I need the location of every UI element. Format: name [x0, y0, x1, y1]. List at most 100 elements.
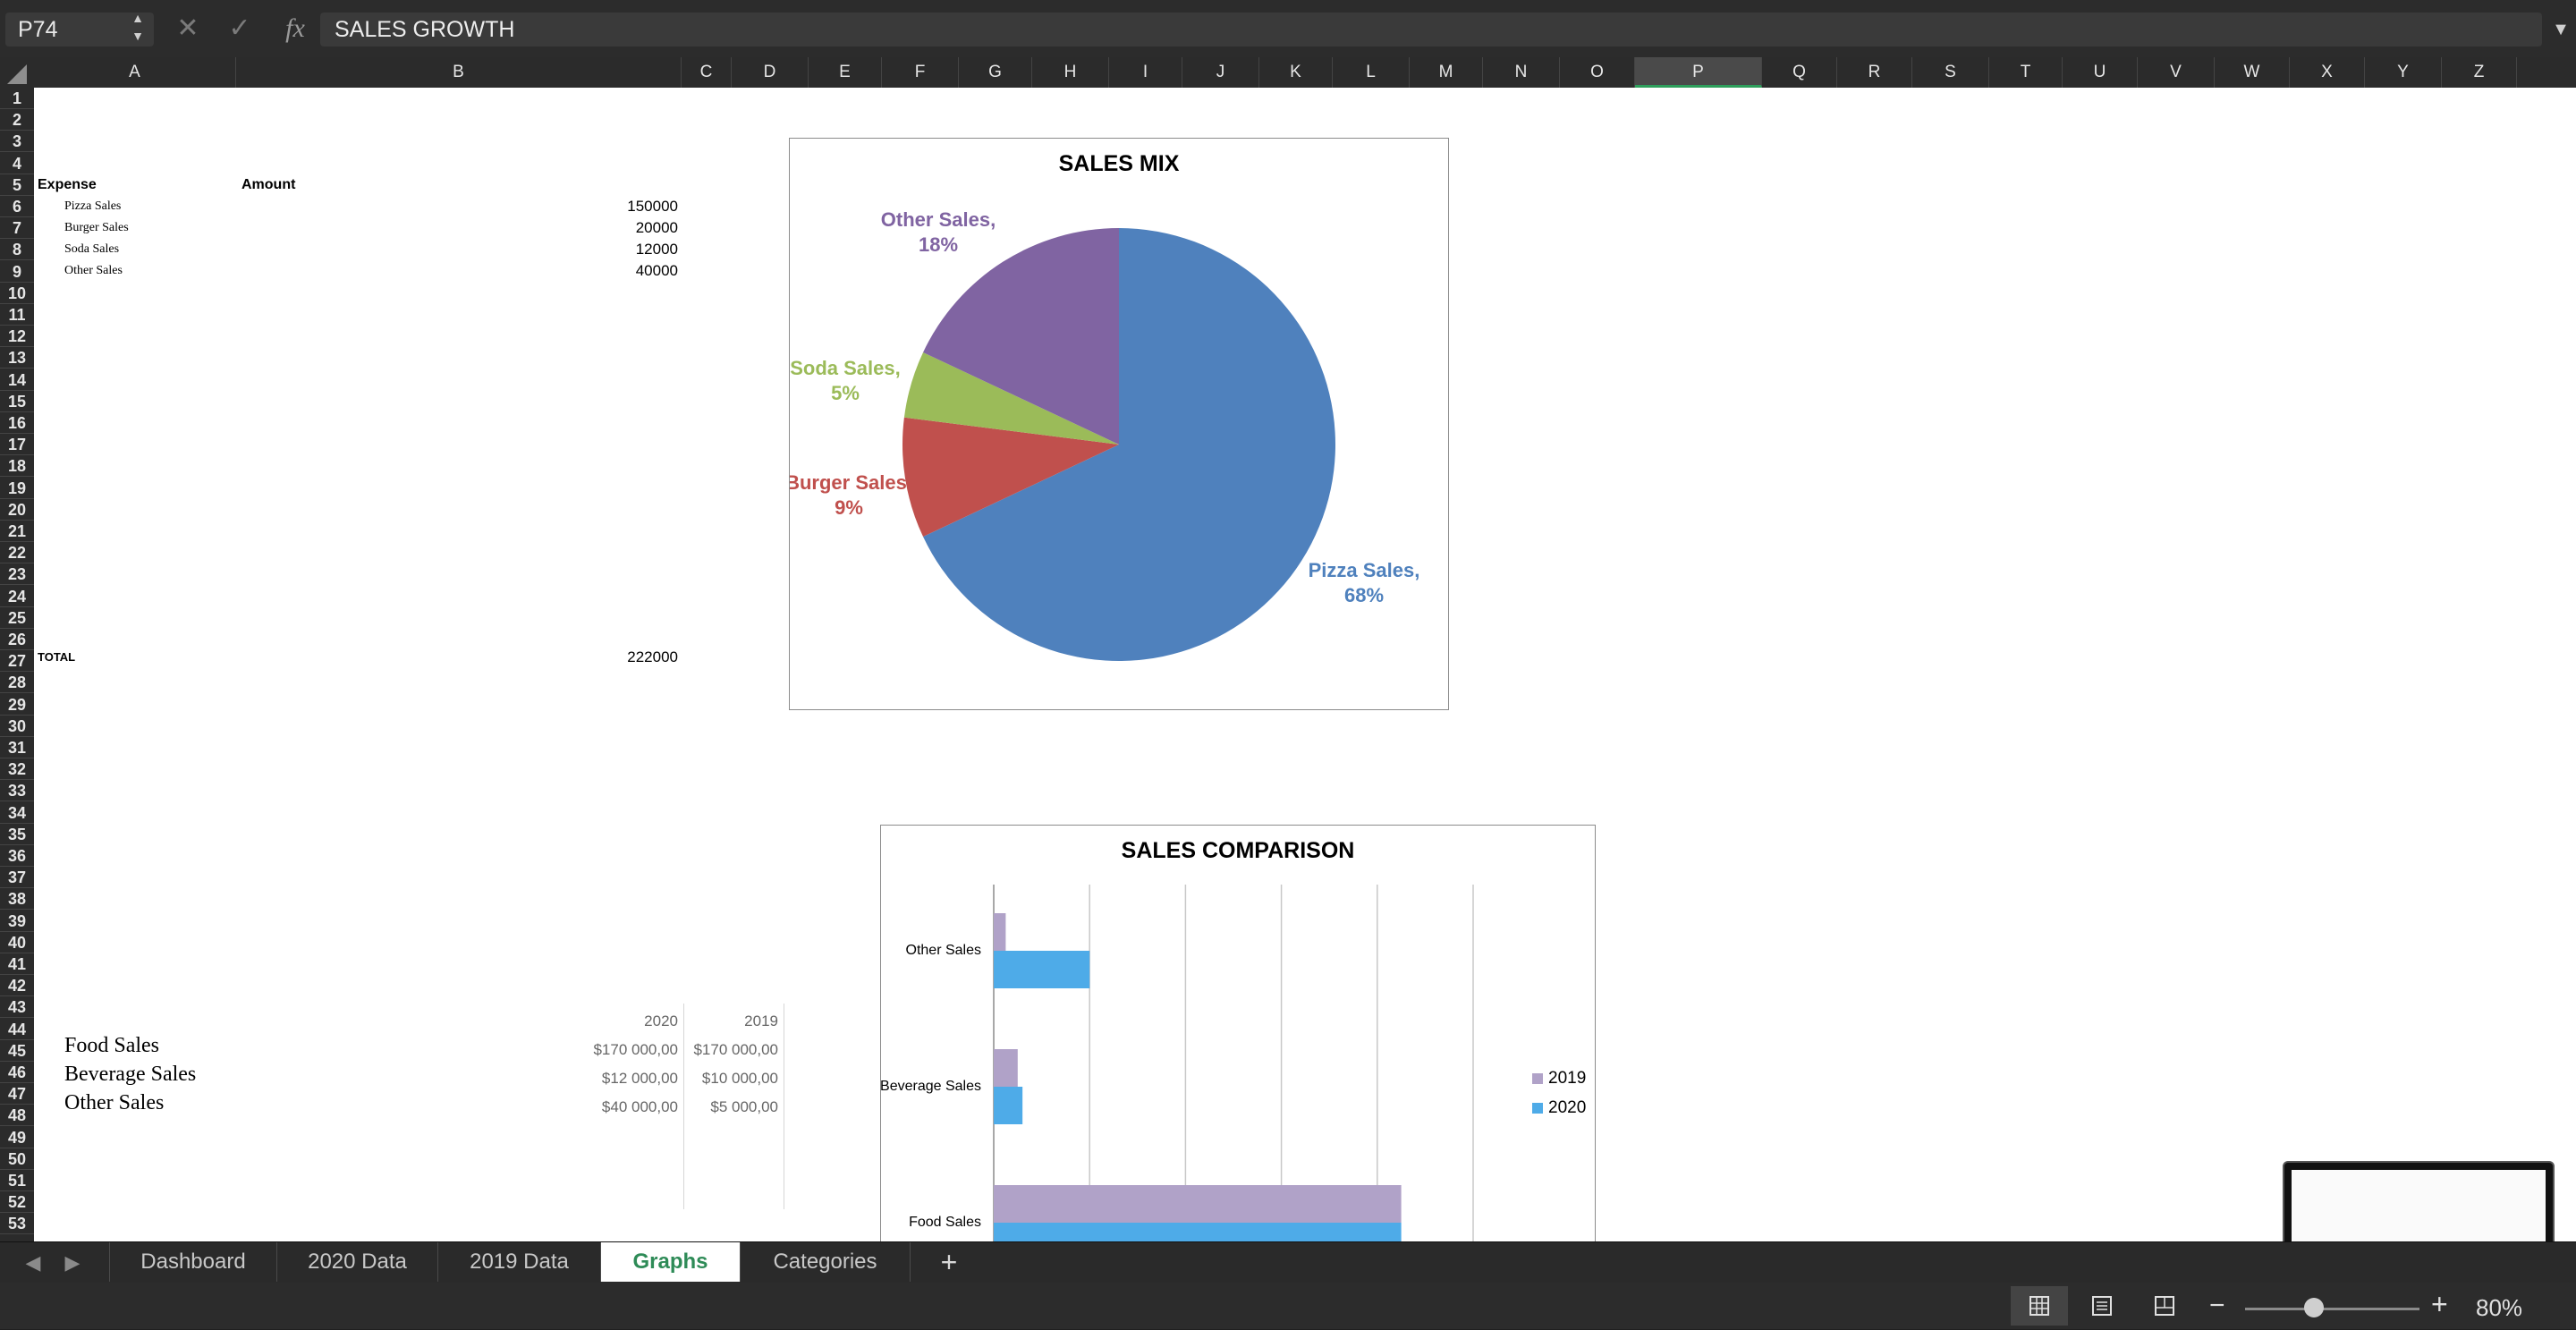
column-header-f[interactable]: F [882, 57, 959, 88]
row-header-22[interactable]: 22 [0, 542, 34, 564]
row-header-26[interactable]: 26 [0, 629, 34, 650]
row-header-11[interactable]: 11 [0, 304, 34, 326]
comparison-value-2019[interactable]: $10 000,00 [687, 1070, 778, 1088]
row-header-12[interactable]: 12 [0, 326, 34, 348]
scroll-right-icon[interactable]: ▶ [59, 1242, 86, 1283]
column-header-e[interactable]: E [809, 57, 882, 88]
bar-2020-food-sales[interactable] [994, 1223, 1402, 1241]
row-header-23[interactable]: 23 [0, 563, 34, 586]
tab-categories[interactable]: Categories [741, 1242, 911, 1282]
row-header-2[interactable]: 2 [0, 109, 34, 131]
column-header-v[interactable]: V [2138, 57, 2215, 88]
row-header-25[interactable]: 25 [0, 607, 34, 629]
column-header-c[interactable]: C [682, 57, 732, 88]
row-header-46[interactable]: 46 [0, 1062, 34, 1083]
zoom-in-icon[interactable]: + [2431, 1286, 2448, 1322]
row-header-43[interactable]: 43 [0, 996, 34, 1019]
row-header-37[interactable]: 37 [0, 867, 34, 889]
row-header-19[interactable]: 19 [0, 478, 34, 499]
bar-2020-beverage-sales[interactable] [994, 1087, 1023, 1124]
row-header-45[interactable]: 45 [0, 1040, 34, 1062]
column-header-i[interactable]: I [1109, 57, 1182, 88]
row-header-8[interactable]: 8 [0, 239, 34, 261]
page-layout-view-button[interactable] [2073, 1286, 2131, 1326]
tab-2020-data[interactable]: 2020 Data [277, 1242, 438, 1282]
function-icon[interactable]: fx [279, 13, 311, 45]
bar-2019-food-sales[interactable] [994, 1185, 1402, 1223]
bar-2020-other-sales[interactable] [994, 951, 1090, 988]
row-header-52[interactable]: 52 [0, 1191, 34, 1214]
zoom-slider-thumb[interactable] [2304, 1298, 2324, 1317]
total-value[interactable]: 222000 [535, 648, 678, 666]
expense-amount[interactable]: 150000 [535, 198, 678, 216]
row-header-38[interactable]: 38 [0, 888, 34, 911]
total-label[interactable]: TOTAL [38, 650, 75, 664]
row-header-41[interactable]: 41 [0, 953, 34, 975]
row-header-20[interactable]: 20 [0, 499, 34, 521]
comparison-label[interactable]: Other Sales [64, 1091, 164, 1115]
row-header-15[interactable]: 15 [0, 391, 34, 412]
worksheet-grid[interactable]: Expense Amount Pizza Sales 150000 Burger… [34, 88, 2576, 1241]
column-header-n[interactable]: N [1483, 57, 1560, 88]
row-header-50[interactable]: 50 [0, 1148, 34, 1170]
row-header-31[interactable]: 31 [0, 737, 34, 758]
sales-mix-chart[interactable]: SALES MIX Pizza Sales, 68% Burger Sales, 9%… [789, 138, 1449, 710]
column-header-h[interactable]: H [1032, 57, 1109, 88]
row-header-24[interactable]: 24 [0, 586, 34, 607]
row-header-14[interactable]: 14 [0, 369, 34, 391]
sales-comparison-chart[interactable]: SALES COMPARISON Other Sales Beverage Sal… [880, 825, 1596, 1241]
row-header-4[interactable]: 4 [0, 153, 34, 174]
year-header-2019[interactable]: 2019 [696, 1012, 778, 1030]
row-header-10[interactable]: 10 [0, 283, 34, 304]
expense-header[interactable]: Expense [38, 177, 97, 193]
column-header-g[interactable]: G [959, 57, 1032, 88]
comparison-value-2020[interactable]: $170 000,00 [571, 1041, 678, 1059]
row-header-1[interactable]: 1 [0, 88, 34, 109]
column-header-k[interactable]: K [1259, 57, 1333, 88]
column-header-d[interactable]: D [732, 57, 809, 88]
normal-view-button[interactable] [2011, 1286, 2068, 1326]
column-header-o[interactable]: O [1560, 57, 1635, 88]
column-header-q[interactable]: Q [1762, 57, 1837, 88]
zoom-level[interactable]: 80% [2476, 1290, 2522, 1326]
column-header-x[interactable]: X [2290, 57, 2365, 88]
row-header-18[interactable]: 18 [0, 455, 34, 478]
row-header-44[interactable]: 44 [0, 1019, 34, 1040]
expense-label[interactable]: Pizza Sales [64, 199, 121, 214]
row-header-39[interactable]: 39 [0, 911, 34, 932]
zoom-out-icon[interactable]: − [2209, 1288, 2225, 1324]
row-header-5[interactable]: 5 [0, 174, 34, 196]
column-header-a[interactable]: A [34, 57, 236, 88]
tab-graphs[interactable]: Graphs [601, 1242, 741, 1282]
row-header-47[interactable]: 47 [0, 1083, 34, 1106]
row-header-51[interactable]: 51 [0, 1170, 34, 1191]
expense-label[interactable]: Burger Sales [64, 221, 129, 235]
close-icon[interactable]: ✕ [175, 13, 200, 45]
row-header-21[interactable]: 21 [0, 521, 34, 542]
column-header-p[interactable]: P [1635, 57, 1762, 88]
comparison-value-2020[interactable]: $40 000,00 [571, 1098, 678, 1116]
year-header-2020[interactable]: 2020 [589, 1012, 678, 1030]
name-box-stepper-icon[interactable]: ▲ ▼ [129, 9, 147, 48]
scroll-left-icon[interactable]: ◀ [20, 1242, 47, 1283]
amount-header[interactable]: Amount [242, 177, 295, 193]
expense-amount[interactable]: 20000 [535, 219, 678, 237]
column-header-l[interactable]: L [1333, 57, 1410, 88]
select-all-icon[interactable] [7, 64, 27, 84]
column-header-w[interactable]: W [2215, 57, 2290, 88]
expense-amount[interactable]: 12000 [535, 241, 678, 258]
expense-label[interactable]: Soda Sales [64, 242, 119, 257]
bar-2019-other-sales[interactable] [994, 913, 1006, 951]
comparison-label[interactable]: Food Sales [64, 1034, 159, 1058]
column-header-t[interactable]: T [1989, 57, 2063, 88]
row-header-30[interactable]: 30 [0, 716, 34, 737]
zoom-slider[interactable] [2245, 1308, 2419, 1310]
comparison-value-2020[interactable]: $12 000,00 [571, 1070, 678, 1088]
chevron-down-icon[interactable]: ▼ [2549, 13, 2572, 47]
row-header-7[interactable]: 7 [0, 217, 34, 240]
column-header-r[interactable]: R [1837, 57, 1912, 88]
row-header-9[interactable]: 9 [0, 261, 34, 283]
bar-2019-beverage-sales[interactable] [994, 1049, 1018, 1087]
row-header-29[interactable]: 29 [0, 694, 34, 716]
column-header-b[interactable]: B [236, 57, 682, 88]
